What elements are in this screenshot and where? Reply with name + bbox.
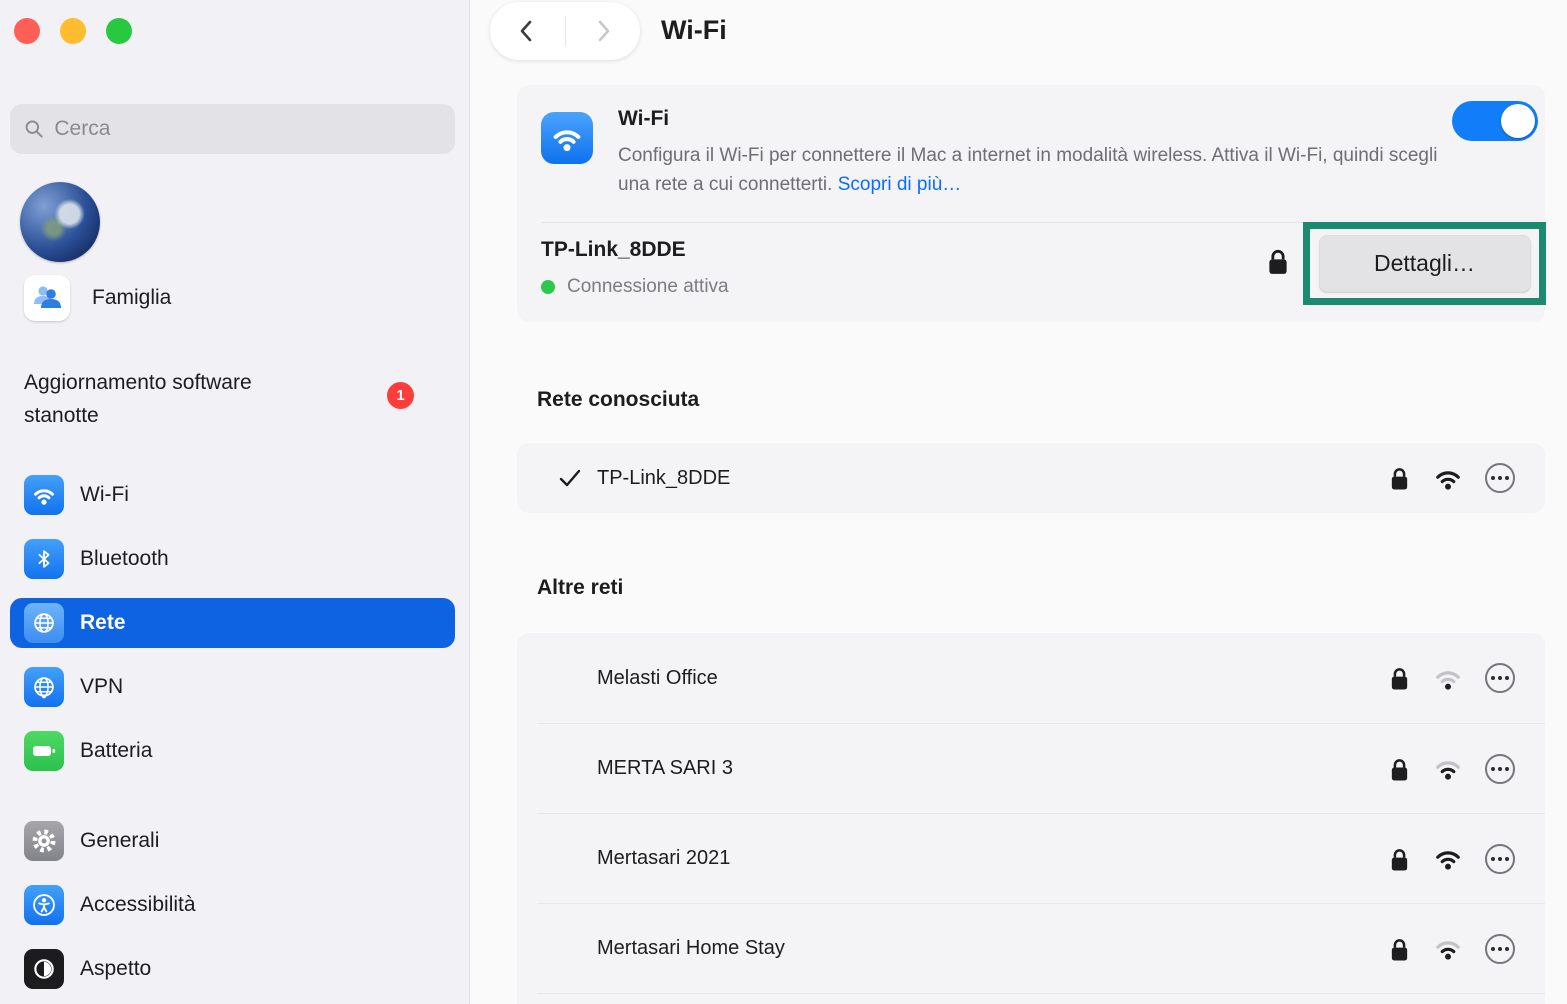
back-button[interactable]	[490, 2, 565, 60]
minimize-window-button[interactable]	[60, 18, 86, 44]
sidebar-item-label: Generali	[80, 829, 159, 853]
lock-icon	[1388, 665, 1411, 691]
sidebar-item-generali[interactable]: Generali	[10, 816, 455, 866]
sidebar: Famiglia Aggiornamento software stanotte…	[0, 0, 470, 1004]
wifi-signal-icon	[1433, 666, 1463, 691]
family-icon	[24, 275, 70, 321]
search-field[interactable]	[10, 104, 455, 154]
highlight-annotation-box: Dettagli…	[1303, 222, 1546, 305]
network-row[interactable]: Mertasari 2021	[537, 813, 1545, 903]
page-title: Wi-Fi	[661, 15, 727, 46]
sidebar-item-label: VPN	[80, 675, 123, 699]
vpn-icon	[24, 667, 64, 707]
sidebar-item-rete[interactable]: Rete	[10, 598, 455, 648]
history-navigation	[490, 2, 640, 60]
wifi-signal-icon	[1433, 756, 1463, 781]
network-row[interactable]: Mertasari Home Stay	[537, 903, 1545, 993]
known-network-header: Rete conosciuta	[537, 388, 699, 412]
other-networks-header: Altre reti	[537, 576, 623, 600]
sidebar-item-famiglia[interactable]: Famiglia	[24, 275, 171, 321]
lock-icon	[1388, 756, 1411, 782]
network-name: Melasti Office	[597, 667, 718, 690]
lock-icon	[1388, 465, 1411, 491]
lock-icon	[1388, 936, 1411, 962]
wifi-settings-card: Wi-Fi Configura il Wi-Fi per connettere …	[517, 85, 1545, 322]
sidebar-item-accessibilita[interactable]: Accessibilità	[10, 880, 455, 930]
wifi-app-icon	[541, 112, 593, 164]
wifi-card-description: Configura il Wi-Fi per connettere il Mac…	[618, 141, 1438, 199]
more-options-button[interactable]	[1485, 844, 1515, 874]
network-row[interactable]: TP-Link_8DDE	[517, 443, 1545, 513]
sidebar-item-label: Bluetooth	[80, 547, 169, 571]
sidebar-item-vpn[interactable]: VPN	[10, 662, 455, 712]
system-settings-window: Famiglia Aggiornamento software stanotte…	[0, 0, 1567, 1004]
sidebar-item-bluetooth[interactable]: Bluetooth	[10, 534, 455, 584]
bluetooth-icon	[24, 539, 64, 579]
more-options-button[interactable]	[1485, 663, 1515, 693]
network-globe-icon	[24, 603, 64, 643]
description-text: Configura il Wi-Fi per connettere il Mac…	[618, 145, 1437, 195]
window-controls	[14, 18, 132, 44]
network-name: Mertasari 2021	[597, 847, 730, 870]
network-name: MERTA SARI 3	[597, 757, 733, 780]
battery-icon	[24, 731, 64, 771]
lock-icon	[1388, 846, 1411, 872]
search-input[interactable]	[54, 117, 441, 141]
sidebar-item-batteria[interactable]: Batteria	[10, 726, 455, 776]
more-options-button[interactable]	[1485, 934, 1515, 964]
sidebar-item-wifi[interactable]: Wi-Fi	[10, 470, 455, 520]
sidebar-item-label: Accessibilità	[80, 893, 196, 917]
status-dot-icon	[541, 280, 555, 294]
other-networks-card: Melasti Office MERTA SARI 3	[517, 633, 1545, 1004]
network-name: TP-Link_8DDE	[597, 467, 730, 490]
status-text: Connessione attiva	[567, 276, 729, 298]
sidebar-item-aspetto[interactable]: Aspetto	[10, 944, 455, 994]
accessibility-icon	[24, 885, 64, 925]
lock-icon	[1265, 247, 1291, 275]
known-networks-card: TP-Link_8DDE	[517, 443, 1545, 513]
network-row[interactable]: MERTA SARI 3	[537, 723, 1545, 813]
forward-button[interactable]	[566, 2, 641, 60]
user-avatar[interactable]	[20, 182, 100, 262]
software-update-label: Aggiornamento software stanotte	[24, 366, 314, 432]
zoom-window-button[interactable]	[106, 18, 132, 44]
sidebar-item-label: Batteria	[80, 739, 152, 763]
wifi-icon	[24, 475, 64, 515]
checkmark-icon	[557, 468, 583, 488]
wifi-card-title: Wi-Fi	[618, 107, 669, 131]
toggle-knob	[1501, 104, 1535, 138]
more-options-button[interactable]	[1485, 463, 1515, 493]
wifi-signal-icon	[1433, 936, 1463, 961]
appearance-contrast-icon	[24, 949, 64, 989]
sidebar-item-software-update[interactable]: Aggiornamento software stanotte 1	[24, 366, 444, 432]
network-name: Mertasari Home Stay	[597, 937, 785, 960]
notification-badge: 1	[387, 382, 414, 409]
gear-icon	[24, 821, 64, 861]
profile-name: Famiglia	[92, 286, 171, 310]
sidebar-item-label: Wi-Fi	[80, 483, 129, 507]
search-icon	[24, 118, 44, 140]
sidebar-item-label: Rete	[80, 611, 126, 635]
main-pane: Wi-Fi Wi-Fi Configura il Wi-Fi per conne…	[471, 0, 1567, 1004]
wifi-signal-icon	[1433, 466, 1463, 491]
connection-status: Connessione attiva	[541, 276, 729, 298]
more-options-button[interactable]	[1485, 754, 1515, 784]
close-window-button[interactable]	[14, 18, 40, 44]
network-row[interactable]: Melasti Office	[517, 633, 1545, 723]
network-row[interactable]	[537, 993, 1545, 1004]
current-network-name: TP-Link_8DDE	[541, 238, 686, 262]
details-button[interactable]: Dettagli…	[1319, 235, 1531, 292]
learn-more-link[interactable]: Scopri di più…	[838, 174, 962, 195]
wifi-toggle[interactable]	[1452, 101, 1538, 141]
sidebar-item-label: Aspetto	[80, 957, 151, 981]
wifi-signal-icon	[1433, 846, 1463, 871]
